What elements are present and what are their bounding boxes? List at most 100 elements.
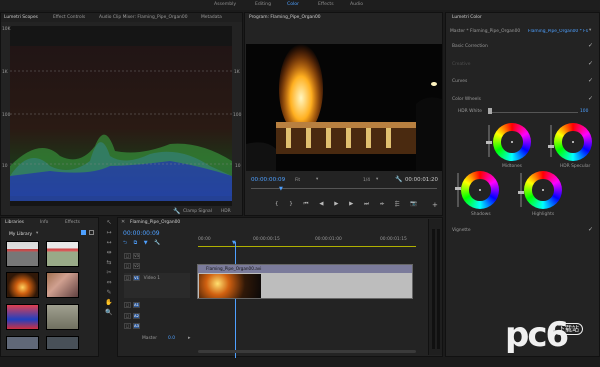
lock-icon[interactable]: □ [124,323,131,329]
program-resolution-select[interactable]: 1/4 [363,178,370,183]
lock-icon[interactable]: □ [124,313,131,319]
library-thumb-3[interactable] [6,272,39,298]
add-marker-icon[interactable]: ▼ [144,241,148,246]
library-thumb-2[interactable] [46,241,79,267]
go-to-in-icon[interactable]: ⏮ [304,201,309,208]
master-volume-value[interactable]: 0.0 [168,336,175,341]
lock-icon[interactable]: □ [124,253,131,259]
track-a2-target[interactable]: A2 [133,313,140,319]
wrench-icon[interactable]: 🔧 [173,208,180,215]
track-a3-target[interactable]: A3 [133,323,140,329]
hdr-specular-slider[interactable] [548,125,554,157]
library-chevron-icon[interactable]: ▾ [36,231,38,236]
library-thumb-1[interactable] [6,241,39,267]
timeline-playhead-marker[interactable]: ▼ [232,240,236,246]
play-icon[interactable]: ▶ [334,201,338,208]
export-frame-icon[interactable]: 📷 [410,201,417,208]
snap-icon[interactable]: ⮌ [123,241,127,246]
lumetri-clip-select[interactable]: Flaming_Pipe_Organ00 * Flaming_Pipe_Orga… [528,29,588,34]
workspace-effects[interactable]: Effects [318,2,334,7]
program-fit-select[interactable]: Fit [295,178,300,183]
clamp-signal-label[interactable]: Clamp Signal [183,209,212,214]
hdr-white-slider[interactable] [488,112,578,113]
hdr-specular-wheel[interactable] [554,123,592,161]
highlights-slider[interactable] [518,173,524,207]
midtones-wheel[interactable] [493,123,531,161]
lumetri-master-clip[interactable]: Master * Flaming_Pipe_Organ00 [450,29,520,34]
grid-view-icon[interactable] [81,230,86,235]
highlights-wheel[interactable] [524,171,562,209]
tab-effect-controls[interactable]: Effect Controls [53,15,85,20]
add-button-icon[interactable]: + [432,201,438,209]
timeline-close-icon[interactable]: ✕ [121,219,125,225]
timeline-work-area-bar[interactable] [198,246,416,247]
track-v2-target[interactable]: V2 [133,263,140,269]
tab-audio-clip-mixer[interactable]: Audio Clip Mixer: Flaming_Pipe_Organ00 [99,15,188,20]
selection-tool-icon[interactable]: ↖ [102,219,116,227]
tab-lumetri-scopes[interactable]: Lumetri Scopes [4,15,38,20]
rate-stretch-tool-icon[interactable]: ⇆ [102,259,116,267]
ripple-edit-tool-icon[interactable]: ↔ [102,239,116,247]
section-basic-correction[interactable]: Basic Correction [452,44,488,49]
section-vignette[interactable]: Vignette [452,228,471,233]
track-v1-target[interactable]: V1 [133,275,140,281]
master-track-end-icon[interactable]: ▸ [188,335,191,341]
go-to-out-icon[interactable]: ⏭ [364,201,369,208]
insert-icon[interactable]: ⬰ [380,201,384,208]
timeline-timecode[interactable]: 00:00:00:09 [123,230,160,237]
resolution-chevron-icon[interactable]: ▾ [376,177,378,182]
timeline-wrench-icon[interactable]: 🔧 [154,241,160,246]
library-thumb-5[interactable] [6,304,39,330]
section-curves[interactable]: Curves [452,79,467,84]
hdr-white-value[interactable]: 100 [580,109,588,114]
lock-icon[interactable]: □ [124,275,131,281]
mark-in-icon[interactable]: { [275,201,279,208]
pen-tool-icon[interactable]: ✎ [102,289,116,297]
workspace-assembly[interactable]: Assembly [214,2,236,7]
razor-tool-icon[interactable]: ✂ [102,269,116,277]
workspace-editing[interactable]: Editing [255,2,271,7]
vignette-check-icon[interactable]: ✓ [588,226,593,233]
color-wheels-check-icon[interactable]: ✓ [588,95,593,102]
timeline-playhead[interactable] [235,242,236,358]
program-timecode-current[interactable]: 00:00:00:09 [251,177,285,183]
scope-mode-select[interactable]: HDR [221,209,231,214]
shadows-wheel[interactable] [461,171,499,209]
track-select-tool-icon[interactable]: ↦ [102,229,116,237]
list-view-icon[interactable] [89,230,94,235]
library-thumb-8[interactable] [46,336,79,350]
section-creative[interactable]: Creative [452,62,470,67]
library-thumb-6[interactable] [46,304,79,330]
tab-info[interactable]: Info [40,220,48,225]
playhead-marker[interactable]: ▼ [279,186,283,192]
lock-icon[interactable]: □ [124,263,131,269]
lumetri-clip-chevron-icon[interactable]: ▾ [589,28,591,33]
tab-libraries[interactable]: Libraries [5,220,24,225]
chevron-down-icon[interactable]: ▾ [316,177,318,182]
library-thumb-7[interactable] [6,336,39,350]
track-a1-target[interactable]: A1 [133,302,140,308]
rolling-edit-tool-icon[interactable]: ⇹ [102,249,116,257]
zoom-tool-icon[interactable]: 🔍 [102,309,116,317]
overwrite-icon[interactable]: ⬱ [395,201,399,208]
track-v3-target[interactable]: V3 [133,253,140,259]
mark-out-icon[interactable]: } [289,201,293,208]
creative-check-icon[interactable]: ✓ [588,60,593,67]
timeline-horizontal-scrollbar[interactable] [198,350,416,353]
lock-icon[interactable]: □ [124,302,131,308]
library-thumb-4[interactable] [46,272,79,298]
workspace-audio[interactable]: Audio [350,2,363,7]
linked-selection-icon[interactable]: ⧉ [134,241,138,246]
midtones-slider[interactable] [486,125,492,157]
workspace-color[interactable]: Color [287,2,299,7]
settings-wrench-icon[interactable]: 🔧 [395,176,402,183]
hand-tool-icon[interactable]: ✋ [102,299,116,307]
shadows-slider[interactable] [455,173,461,207]
step-forward-icon[interactable]: ▶ [349,201,353,208]
tab-metadata[interactable]: Metadata [201,15,222,20]
basic-correction-check-icon[interactable]: ✓ [588,42,593,49]
video-clip[interactable]: Flaming_Pipe_Organ00.avi [197,264,413,299]
library-select[interactable]: My Library [9,232,32,237]
section-color-wheels[interactable]: Color Wheels [452,97,481,102]
hdr-white-slider-thumb[interactable] [488,108,492,114]
